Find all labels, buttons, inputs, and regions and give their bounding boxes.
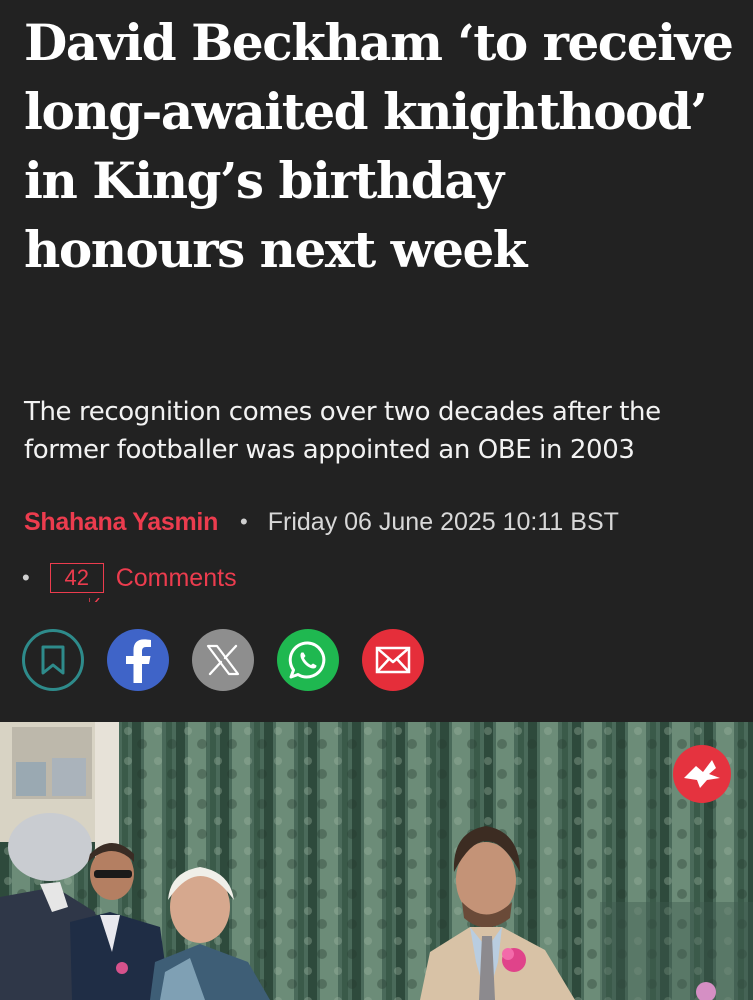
whatsapp-share-button[interactable] — [277, 629, 339, 691]
facebook-icon — [126, 639, 151, 683]
photo-illustration — [0, 722, 753, 1000]
x-share-button[interactable] — [192, 629, 254, 691]
byline: Shahana Yasmin • Friday 06 June 2025 10:… — [24, 504, 619, 540]
article-photo[interactable] — [0, 722, 753, 1000]
comment-bubble-tail-icon — [88, 590, 101, 602]
comments-separator: • — [22, 565, 30, 590]
share-bar — [22, 629, 424, 691]
article-standfirst: The recognition comes over two decades a… — [24, 397, 661, 465]
eagle-logo-icon — [673, 745, 731, 803]
article-header: David Beckham ‘to receive long-awaited k… — [0, 0, 753, 1000]
comments-link[interactable]: Comments — [116, 564, 237, 593]
comment-count-badge[interactable]: 42 — [49, 563, 104, 602]
publish-date: Friday 06 June 2025 10:11 BST — [267, 507, 619, 536]
author-link[interactable]: Shahana Yasmin — [24, 508, 218, 537]
comments-row: • 42 Comments — [22, 558, 237, 602]
email-share-button[interactable] — [362, 629, 424, 691]
email-icon — [375, 646, 411, 674]
bookmark-icon — [41, 645, 65, 675]
article-headline: David Beckham ‘to receive long-awaited k… — [24, 13, 734, 279]
whatsapp-icon — [288, 641, 326, 679]
comment-count: 42 — [64, 565, 89, 590]
byline-separator: • — [240, 509, 248, 534]
bookmark-button[interactable] — [22, 629, 84, 691]
facebook-share-button[interactable] — [107, 629, 169, 691]
x-icon — [206, 644, 240, 676]
